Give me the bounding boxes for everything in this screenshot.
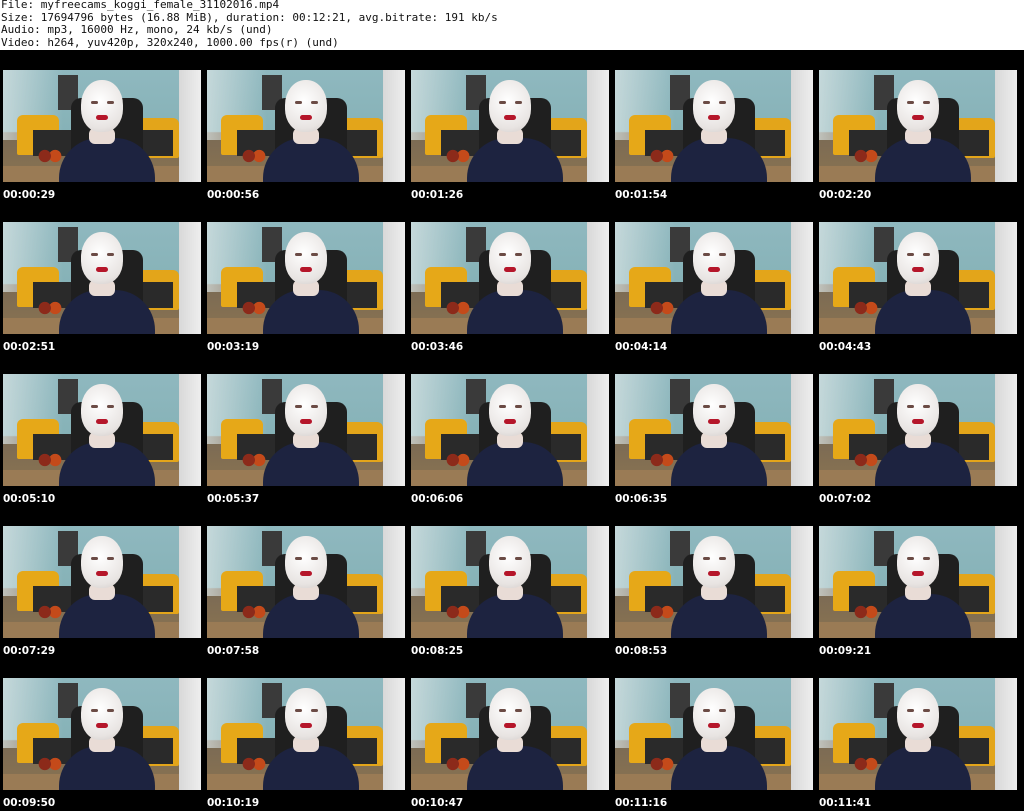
thumbnail-cell[interactable]: 00:04:14: [612, 202, 816, 354]
thumbnail-cell[interactable]: 00:05:10: [0, 354, 204, 506]
timestamp-label: 00:02:20: [819, 189, 872, 201]
timestamp-label: 00:06:06: [411, 493, 464, 505]
video-frame-image: [411, 70, 609, 182]
timestamp-label: 00:07:02: [819, 493, 872, 505]
thumbnail-cell[interactable]: 00:01:54: [612, 50, 816, 202]
timestamp-label: 00:07:29: [3, 645, 56, 657]
thumbnail-cell[interactable]: 00:01:26: [408, 50, 612, 202]
timestamp-label: 00:08:25: [411, 645, 464, 657]
thumbnail-cell[interactable]: 00:08:53: [612, 506, 816, 658]
thumbnail-cell[interactable]: 00:06:06: [408, 354, 612, 506]
timestamp-label: 00:08:53: [615, 645, 668, 657]
timestamp-label: 00:11:41: [819, 797, 872, 809]
thumbnail-cell[interactable]: 00:09:50: [0, 658, 204, 810]
thumbnail-cell[interactable]: 00:03:46: [408, 202, 612, 354]
video-frame-image: [207, 70, 405, 182]
thumbnail-cell[interactable]: 00:04:43: [816, 202, 1020, 354]
video-frame-image: [411, 374, 609, 486]
video-frame-image: [819, 678, 1017, 790]
timestamp-label: 00:01:26: [411, 189, 464, 201]
thumbnail-cell[interactable]: 00:08:25: [408, 506, 612, 658]
video-frame-image: [819, 70, 1017, 182]
video-frame-image: [207, 222, 405, 334]
timestamp-label: 00:04:43: [819, 341, 872, 353]
timestamp-label: 00:03:46: [411, 341, 464, 353]
thumbnail-cell[interactable]: 00:10:19: [204, 658, 408, 810]
thumbnail-cell[interactable]: 00:00:56: [204, 50, 408, 202]
file-info-header: File: myfreecams_koggi_female_31102016.m…: [0, 0, 1024, 50]
file-name-line: File: myfreecams_koggi_female_31102016.m…: [1, 0, 280, 11]
thumbnail-cell[interactable]: 00:06:35: [612, 354, 816, 506]
thumbnail-cell[interactable]: 00:07:02: [816, 354, 1020, 506]
video-info-line: Video: h264, yuv420p, 320x240, 1000.00 f…: [1, 35, 339, 49]
thumbnail-cell[interactable]: 00:03:19: [204, 202, 408, 354]
video-frame-image: [615, 526, 813, 638]
timestamp-label: 00:06:35: [615, 493, 668, 505]
video-frame-image: [411, 222, 609, 334]
thumbnail-grid: 00:00:29 00:00:56 00:01:26 00:01:54 00:02:20…: [0, 50, 1024, 811]
timestamp-label: 00:05:10: [3, 493, 56, 505]
timestamp-label: 00:05:37: [207, 493, 260, 505]
video-frame-image: [3, 526, 201, 638]
thumbnail-cell[interactable]: 00:11:16: [612, 658, 816, 810]
timestamp-label: 00:07:58: [207, 645, 260, 657]
video-frame-image: [207, 526, 405, 638]
video-frame-image: [207, 678, 405, 790]
video-frame-image: [411, 678, 609, 790]
timestamp-label: 00:03:19: [207, 341, 260, 353]
video-frame-image: [819, 526, 1017, 638]
timestamp-label: 00:09:21: [819, 645, 872, 657]
timestamp-label: 00:10:47: [411, 797, 464, 809]
timestamp-label: 00:01:54: [615, 189, 668, 201]
video-frame-image: [819, 222, 1017, 334]
timestamp-label: 00:10:19: [207, 797, 260, 809]
thumbnail-cell[interactable]: 00:02:51: [0, 202, 204, 354]
timestamp-label: 00:00:29: [3, 189, 56, 201]
audio-info-line: Audio: mp3, 16000 Hz, mono, 24 kb/s (und…: [1, 23, 273, 36]
video-frame-image: [3, 374, 201, 486]
thumbnail-cell[interactable]: 00:00:29: [0, 50, 204, 202]
timestamp-label: 00:09:50: [3, 797, 56, 809]
video-frame-image: [3, 222, 201, 334]
timestamp-label: 00:11:16: [615, 797, 668, 809]
thumbnail-cell[interactable]: 00:02:20: [816, 50, 1020, 202]
timestamp-label: 00:04:14: [615, 341, 668, 353]
video-frame-image: [615, 222, 813, 334]
thumbnail-cell[interactable]: 00:07:58: [204, 506, 408, 658]
thumbnail-cell[interactable]: 00:10:47: [408, 658, 612, 810]
video-frame-image: [411, 526, 609, 638]
video-frame-image: [819, 374, 1017, 486]
thumbnail-cell[interactable]: 00:05:37: [204, 354, 408, 506]
thumbnail-cell[interactable]: 00:07:29: [0, 506, 204, 658]
video-frame-image: [207, 374, 405, 486]
thumbnail-cell[interactable]: 00:11:41: [816, 658, 1020, 810]
video-frame-image: [615, 70, 813, 182]
timestamp-label: 00:00:56: [207, 189, 260, 201]
video-frame-image: [3, 678, 201, 790]
timestamp-label: 00:02:51: [3, 341, 56, 353]
video-frame-image: [3, 70, 201, 182]
video-frame-image: [615, 374, 813, 486]
thumbnail-cell[interactable]: 00:09:21: [816, 506, 1020, 658]
video-frame-image: [615, 678, 813, 790]
